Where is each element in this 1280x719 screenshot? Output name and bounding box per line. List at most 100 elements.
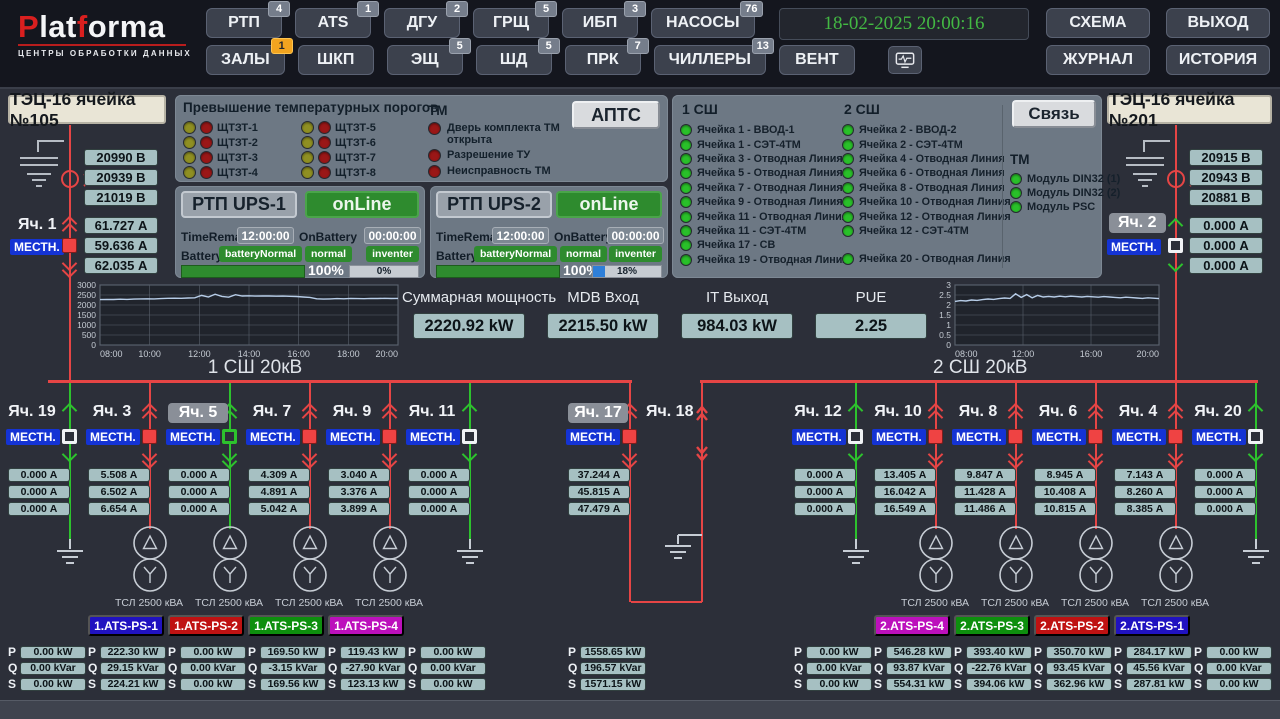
breaker-indicator[interactable] (928, 429, 943, 444)
ats-button[interactable]: 1.ATS-PS-3 (248, 615, 324, 636)
breaker-indicator[interactable] (302, 429, 317, 444)
active-power-value: 169.50 kW (260, 646, 326, 659)
nav-button[interactable]: ЧИЛЛЕРЫ 13 (654, 45, 766, 75)
breaker-indicator[interactable] (462, 429, 477, 444)
reactive-power-value: -3.15 kVar (260, 662, 326, 675)
ats-button[interactable]: 1.ATS-PS-1 (88, 615, 164, 636)
ups1-button[interactable]: РТП UPS-1 (181, 191, 297, 218)
current-value: 37.244 А (568, 468, 630, 482)
apparent-power-row: S 1571.15 kW (568, 677, 646, 691)
breaker-indicator[interactable] (1168, 429, 1183, 444)
breaker-indicator[interactable] (222, 429, 237, 444)
cell-name: Яч. 3 (86, 403, 138, 421)
nav-button[interactable]: ГРЩ 5 (473, 8, 549, 38)
apparent-power-row: S 287.81 kW (1114, 677, 1192, 691)
nav-button[interactable]: ЗАЛЫ 1 (206, 45, 285, 75)
transformer-icon (1154, 523, 1198, 597)
apparent-power-row: S 362.96 kW (1034, 677, 1112, 691)
brand-letter: lat (39, 9, 77, 44)
breaker-indicator[interactable] (62, 238, 77, 253)
breaker-indicator[interactable] (382, 429, 397, 444)
cell-status-row: Ячейка 11 - СЭТ-4ТМ (680, 224, 840, 238)
apparent-power-row: S 0.00 kW (1194, 677, 1272, 691)
current-value: 3.040 А (328, 468, 390, 482)
status-led (842, 253, 854, 265)
time-remain-value: 12:00:00 (237, 227, 294, 244)
breaker-indicator[interactable] (1008, 429, 1023, 444)
reactive-power-row: Q 0.00 kVar (794, 661, 872, 675)
journal-button[interactable]: ЖУРНАЛ (1046, 45, 1150, 75)
divider (1002, 105, 1003, 268)
monitor-icon-button[interactable] (888, 46, 922, 74)
tm-status-label: Дверь комплекта ТМ открыта (447, 122, 560, 146)
nav-button[interactable]: ДГУ 2 (384, 8, 460, 38)
history-button[interactable]: ИСТОРИЯ (1166, 45, 1270, 75)
nav-button[interactable]: ЭЩ 5 (387, 45, 463, 75)
ats-button[interactable]: 2.ATS-PS-1 (1114, 615, 1190, 636)
cell-status-row: Ячейка 11 - Отводная Линия (680, 209, 840, 223)
cell-status-label: Ячейка 1 - ВВОД-1 (697, 124, 795, 136)
cell-status-row: Ячейка 12 - СЭТ-4ТМ (842, 224, 1002, 238)
active-power-value: 393.40 kW (966, 646, 1032, 659)
shield-label: ЩТЗТ-1 (217, 122, 258, 134)
local-mode-badge: МЕСТН. (952, 429, 1006, 445)
apts-button[interactable]: АПТС (572, 101, 660, 129)
apparent-power-row: S 554.31 kW (874, 677, 952, 691)
ats-button[interactable]: 2.ATS-PS-2 (1034, 615, 1110, 636)
current-value: 8.385 А (1114, 502, 1176, 516)
breaker-indicator[interactable] (1168, 238, 1183, 253)
breaker-indicator[interactable] (1248, 429, 1263, 444)
nav-button[interactable]: ШД 5 (476, 45, 552, 75)
flow-arrow (1168, 257, 1184, 273)
nav-button[interactable]: ШКП (298, 45, 374, 75)
tm-module-row: Модуль DIN32 (1) (1010, 172, 1120, 186)
link-button[interactable]: Связь (1012, 100, 1096, 128)
ats-button[interactable]: 1.ATS-PS-2 (168, 615, 244, 636)
earthing-switch-icon (12, 136, 66, 194)
breaker-indicator[interactable] (62, 429, 77, 444)
flow-arrow (1248, 403, 1264, 419)
ats-button[interactable]: 2.ATS-PS-4 (874, 615, 950, 636)
inverter-chip: inventer (609, 246, 662, 262)
nav-button[interactable]: НАСОСЫ 76 (651, 8, 755, 38)
warning-led (301, 151, 314, 164)
ats-button[interactable]: 1.ATS-PS-4 (328, 615, 404, 636)
p-label: P (794, 645, 806, 659)
inverter-chip: inventer (366, 246, 419, 262)
status-led (1010, 201, 1022, 213)
nav-button[interactable]: РТП 4 (206, 8, 282, 38)
apparent-power-row: S 0.00 kW (8, 677, 86, 691)
svg-text:08:00: 08:00 (100, 349, 123, 359)
warning-led (301, 166, 314, 179)
cell-status-label: Ячейка 9 - Отводная Линия (697, 196, 843, 208)
reactive-power-row: Q -22.76 kVar (954, 661, 1032, 675)
svg-text:500: 500 (82, 330, 96, 340)
exit-button[interactable]: ВЫХОД (1166, 8, 1270, 38)
local-mode-badge: МЕСТН. (566, 429, 620, 445)
earthing-switch-icon (1118, 136, 1172, 194)
nav-button[interactable]: ВЕНТ (779, 45, 855, 75)
ups2-button[interactable]: РТП UPS-2 (436, 191, 552, 218)
ats-button[interactable]: 2.ATS-PS-3 (954, 615, 1030, 636)
p-label: P (1034, 645, 1046, 659)
brand-underline (18, 44, 186, 46)
current-value: 0.000 А (1189, 257, 1263, 274)
schema-button[interactable]: СХЕМА (1046, 8, 1150, 38)
cell-status-label: Ячейка 5 - Отводная Линия (697, 167, 843, 179)
apparent-power-value: 362.96 kW (1046, 678, 1112, 691)
nav-count-badge: 5 (538, 38, 560, 54)
breaker-indicator[interactable] (142, 429, 157, 444)
breaker-indicator[interactable] (848, 429, 863, 444)
metric-label: Суммарная мощность (402, 289, 536, 306)
nav-button[interactable]: ИБП 3 (562, 8, 638, 38)
bus1-label: 1 СШ 20кВ (175, 357, 335, 379)
warning-led (183, 136, 196, 149)
active-power-row: P 119.43 kW (328, 645, 406, 659)
status-led (1010, 187, 1022, 199)
battery-state-chip: batteryNormal (219, 246, 302, 262)
breaker-indicator[interactable] (1088, 429, 1103, 444)
reactive-power-row: Q -3.15 kVar (248, 661, 326, 675)
reactive-power-value: 0.00 kVar (20, 662, 86, 675)
nav-button[interactable]: ATS 1 (295, 8, 371, 38)
nav-button[interactable]: ПРК 7 (565, 45, 641, 75)
